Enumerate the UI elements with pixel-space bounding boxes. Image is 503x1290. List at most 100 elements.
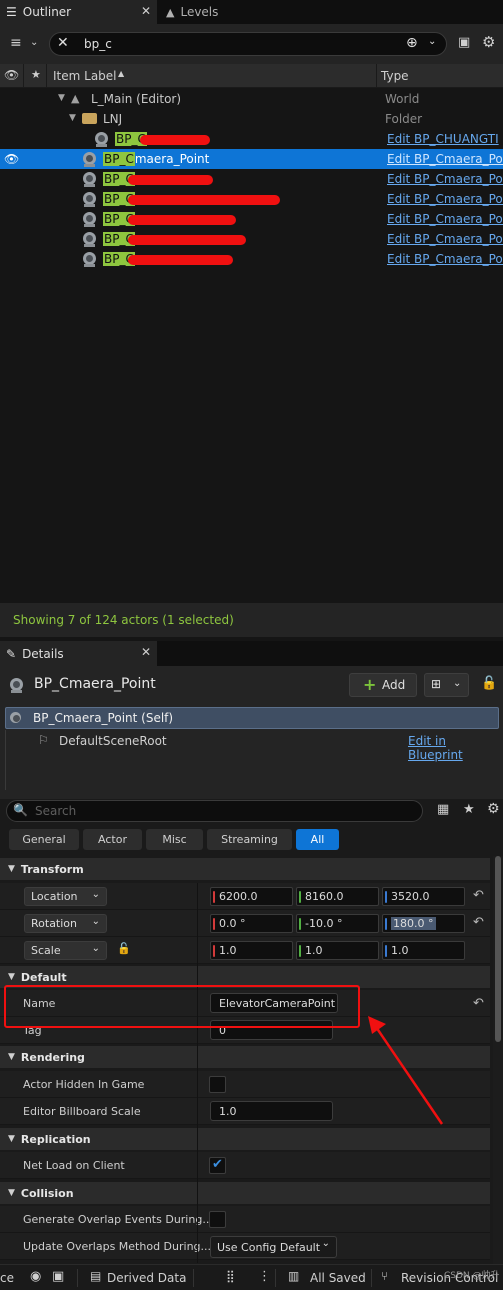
rotation-z-field[interactable]: 180.0 ° [382,914,465,933]
scale-z-field[interactable]: 1.0 [382,941,465,960]
filter-tab-general[interactable]: General [9,829,79,850]
net-load-checkbox[interactable]: ✔ [209,1157,226,1174]
tree-row-actor-selected[interactable]: 👁 BP_Cmaera_Point Edit BP_Cmaera_Point [0,149,503,169]
section-transform[interactable]: ▼ Transform [0,858,490,880]
location-mode-dropdown[interactable]: Location ⌄ [24,887,107,906]
collapse-arrow-icon: ▼ [8,1134,15,1144]
rotation-x-field[interactable]: 0.0 ° [210,914,293,933]
tree-row-actor[interactable]: BP_C Edit BP_CHUANGTI [0,129,503,149]
rotation-mode-dropdown[interactable]: Rotation ⌄ [24,914,107,933]
filter-tab-all[interactable]: All [296,829,339,850]
more-icon[interactable]: ⋮ [258,1269,271,1284]
tree-row-folder[interactable]: ▼ LNJ Folder [0,109,503,129]
reset-to-default-icon[interactable]: ↶ [473,888,484,903]
add-component-button[interactable]: + Add [349,673,417,697]
hidden-in-game-checkbox[interactable] [209,1076,226,1093]
scale-x-field[interactable]: 1.0 [210,941,293,960]
filter-tab-actor[interactable]: Actor [83,829,142,850]
unreal-logo-icon[interactable]: ◉ [30,1269,41,1284]
tree-row-actor[interactable]: BP_C Edit BP_Cmaera_Point [0,229,503,249]
edit-blueprint-link[interactable]: Edit BP_CHUANGTI [387,132,503,146]
search-input[interactable]: Search [35,804,76,818]
location-x-field[interactable]: 6200.0 [210,887,293,906]
actor-name: BP_Cmaera_Point [34,676,156,692]
pin-column-icon[interactable]: ★ [31,68,41,81]
visibility-column-icon[interactable]: 👁 [4,68,19,82]
close-icon[interactable]: ✕ [141,4,151,18]
expand-arrow-icon[interactable]: ▼ [69,113,76,123]
generate-overlap-checkbox[interactable] [209,1211,226,1228]
net-load-label: Net Load on Client [23,1159,125,1172]
screenshot-icon[interactable]: ▣ [52,1269,64,1284]
outliner-search[interactable]: ✕ bp_c ⊕ ⌄ [49,32,447,56]
edit-blueprint-link[interactable]: Edit BP_Cmaera_Point [387,232,503,246]
expand-arrow-icon[interactable]: ▼ [58,93,65,103]
component-scene-root-row[interactable]: ⚐ DefaultSceneRoot Edit in Blueprint [5,730,499,762]
outliner-tab-bar: ☰ Outliner ✕ ▲ Levels [0,0,503,24]
filter-icon[interactable]: ≡ [10,35,22,51]
rotation-y-field[interactable]: -10.0 ° [296,914,379,933]
scale-mode-dropdown[interactable]: Scale ⌄ [24,941,107,960]
filter-tab-streaming[interactable]: Streaming [207,829,292,850]
edit-blueprint-link[interactable]: Edit BP_Cmaera_Point [387,152,503,166]
filter-tab-misc[interactable]: Misc [146,829,203,850]
tree-row-actor[interactable]: BP_C Edit BP_Cmaera_Point [0,169,503,189]
tree-row-world[interactable]: ▼ ▲ L_Main (Editor) World [0,89,503,109]
edit-blueprint-link[interactable]: Edit BP_Cmaera_Point [387,212,503,226]
scrollbar-track[interactable] [493,856,503,1264]
close-icon[interactable]: ✕ [141,645,151,659]
lock-icon[interactable]: 🔓 [481,676,497,691]
column-divider[interactable] [197,883,198,1263]
tab-details-label: Details [22,646,64,661]
tab-details[interactable]: ✎ Details ✕ [0,641,157,666]
property-location: Location ⌄ 6200.0 8160.0 3520.0 ↶ [0,883,490,910]
scale-y-field[interactable]: 1.0 [296,941,379,960]
all-saved-button[interactable]: All Saved [310,1271,366,1285]
edit-blueprint-link[interactable]: Edit BP_Cmaera_Point [387,192,503,206]
search-input[interactable]: bp_c [84,37,112,51]
gear-icon[interactable]: ⚙ [487,801,500,817]
details-header: BP_Cmaera_Point + Add ⊞ ⌄ 🔓 BP_Cmaera_Po… [0,666,503,799]
tree-row-actor[interactable]: BP_C Edit BP_Cmaera_Point [0,189,503,209]
edit-in-blueprint-link[interactable]: Edit in Blueprint [408,734,499,762]
chevron-down-icon[interactable]: ⌄ [30,37,38,48]
column-item-label[interactable]: Item Label [53,69,117,83]
tab-outliner[interactable]: ☰ Outliner ✕ [0,0,157,24]
section-collision[interactable]: ▼ Collision [0,1182,490,1204]
tree-row-actor[interactable]: BP_C Edit BP_Cmaera_Point [0,209,503,229]
collapse-arrow-icon: ▼ [8,864,15,874]
billboard-scale-input[interactable]: 1.0 [210,1101,333,1121]
tab-levels[interactable]: ▲ Levels [160,0,270,24]
scrollbar-thumb[interactable] [495,856,501,1042]
details-search[interactable]: 🔍 Search [6,800,423,822]
sort-ascending-icon: ▲ [118,69,125,78]
tab-outliner-label: Outliner [22,5,72,19]
lock-icon[interactable]: 🔓 [117,942,131,955]
component-self-row[interactable]: BP_Cmaera_Point (Self) [5,707,499,729]
table-view-icon[interactable]: ▦ [437,802,449,817]
tree-row-actor[interactable]: BP_C Edit BP_Cmaera_Point [0,249,503,269]
new-folder-icon[interactable]: ▣ [458,35,470,50]
add-filter-icon[interactable]: ⊕ [406,35,418,51]
clear-search-icon[interactable]: ✕ [57,35,69,51]
blueprint-options-button[interactable]: ⊞ ⌄ [424,673,469,697]
edit-blueprint-link[interactable]: Edit BP_Cmaera_Point [387,252,503,266]
gear-icon[interactable]: ⚙ [482,33,495,51]
section-replication[interactable]: ▼ Replication [0,1128,490,1150]
star-icon[interactable]: ★ [463,802,475,817]
hierarchy-icon: ⊞ [431,677,442,691]
self-label: BP_Cmaera_Point (Self) [33,711,174,725]
update-overlaps-dropdown[interactable]: Use Config Default ⌄ [210,1236,337,1258]
reset-to-default-icon[interactable]: ↶ [473,996,484,1011]
edit-blueprint-link[interactable]: Edit BP_Cmaera_Point [387,172,503,186]
reset-to-default-icon[interactable]: ↶ [473,915,484,930]
trace-icon[interactable]: ⣿ [226,1269,235,1283]
eye-icon[interactable]: 👁 [4,152,19,166]
derived-data-button[interactable]: Derived Data [107,1271,186,1285]
redaction-mark [128,235,246,245]
chevron-down-icon[interactable]: ⌄ [428,36,436,47]
location-z-field[interactable]: 3520.0 [382,887,465,906]
column-type[interactable]: Type [381,69,409,83]
location-y-field[interactable]: 8160.0 [296,887,379,906]
row-label: LNJ [103,112,123,126]
